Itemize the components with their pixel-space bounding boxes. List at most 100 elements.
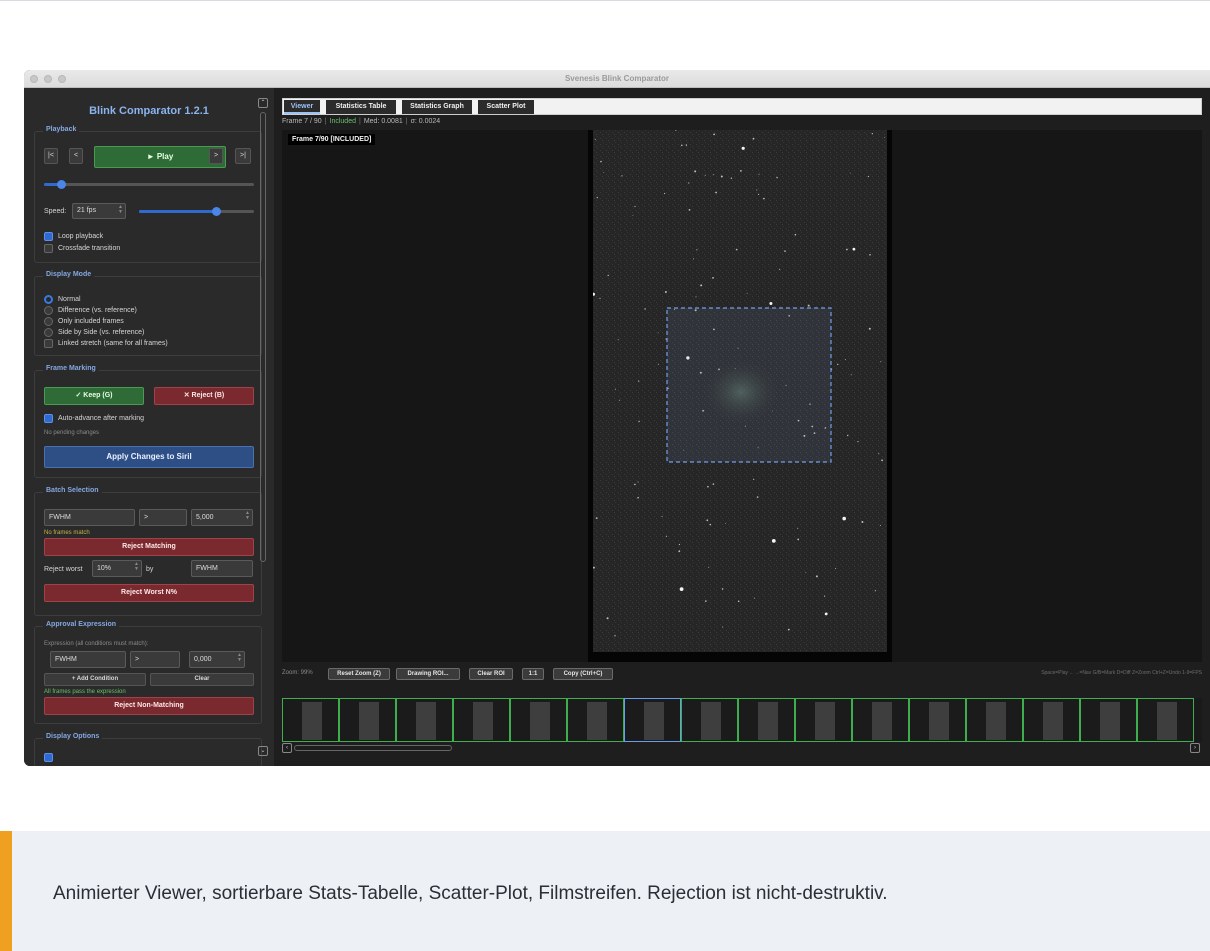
keep-button[interactable]: ✓ Keep (G) bbox=[44, 387, 144, 405]
star bbox=[797, 527, 799, 529]
scroll-up-icon[interactable]: ⌃ bbox=[258, 98, 268, 108]
worst-percent-spinbox[interactable]: 10% ▲ ▼ bbox=[92, 560, 142, 577]
spinner-arrows-icon[interactable]: ▲ ▼ bbox=[245, 511, 250, 521]
worst-metric-select[interactable]: FWHM bbox=[191, 560, 253, 577]
thumbnail-image bbox=[530, 702, 550, 740]
image-viewer[interactable]: Frame 7/90 [INCLUDED] bbox=[282, 130, 1202, 662]
drawing-roi-button[interactable]: Drawing ROI... bbox=[396, 668, 460, 680]
radio-only-included[interactable] bbox=[44, 317, 53, 326]
filmstrip[interactable] bbox=[282, 698, 1202, 742]
star bbox=[850, 374, 852, 376]
star bbox=[595, 517, 598, 519]
filmstrip-thumbnail[interactable] bbox=[567, 698, 624, 742]
crossfade-checkbox[interactable] bbox=[44, 244, 53, 253]
star bbox=[634, 483, 636, 486]
star bbox=[695, 296, 697, 298]
last-frame-button[interactable]: >| bbox=[235, 148, 251, 164]
star bbox=[688, 209, 691, 211]
spinner-arrows-icon[interactable]: ▲ ▼ bbox=[237, 653, 242, 663]
batch-value-spinbox[interactable]: 5,000 ▲ ▼ bbox=[191, 509, 253, 526]
scroll-left-icon[interactable]: ‹ bbox=[282, 743, 292, 753]
batch-value: 5,000 bbox=[196, 514, 214, 521]
filmstrip-thumbnail[interactable] bbox=[396, 698, 453, 742]
clear-conditions-button[interactable]: Clear bbox=[150, 673, 254, 686]
spinner-arrows-icon[interactable]: ▲ ▼ bbox=[118, 205, 123, 215]
reject-matching-button[interactable]: Reject Matching bbox=[44, 538, 254, 556]
astro-image[interactable] bbox=[593, 130, 887, 652]
image-frame bbox=[588, 130, 892, 662]
thumbnail-image bbox=[416, 702, 436, 740]
spinner-arrows-icon[interactable]: ▲ ▼ bbox=[134, 562, 139, 572]
star bbox=[644, 308, 646, 310]
reject-button[interactable]: ✕ Reject (B) bbox=[154, 387, 254, 405]
star bbox=[678, 550, 681, 553]
tab-statistics-graph[interactable]: Statistics Graph bbox=[402, 100, 472, 114]
reject-non-matching-button[interactable]: Reject Non-Matching bbox=[44, 697, 254, 715]
speed-slider[interactable] bbox=[139, 207, 254, 216]
filmstrip-thumbnail[interactable] bbox=[282, 698, 339, 742]
radio-normal[interactable] bbox=[44, 295, 53, 304]
expression-metric-select[interactable]: FWHM bbox=[50, 651, 126, 668]
filmstrip-thumbnail[interactable] bbox=[681, 698, 738, 742]
loop-playback-checkbox[interactable] bbox=[44, 232, 53, 241]
filmstrip-thumbnail[interactable] bbox=[795, 698, 852, 742]
star bbox=[880, 524, 881, 526]
copy-image-button[interactable]: Copy (Ctrl+C) bbox=[553, 668, 613, 680]
filmstrip-thumbnail[interactable] bbox=[852, 698, 909, 742]
filmstrip-thumbnail[interactable] bbox=[1080, 698, 1137, 742]
one-to-one-zoom-button[interactable]: 1:1 bbox=[522, 668, 544, 680]
radio-side-by-side[interactable] bbox=[44, 328, 53, 337]
sidebar-scrollbar[interactable]: ⌃ ⌄ bbox=[258, 98, 268, 766]
star bbox=[758, 173, 760, 175]
batch-operator-select[interactable]: > bbox=[139, 509, 187, 526]
filmstrip-thumbnail[interactable] bbox=[510, 698, 567, 742]
star bbox=[880, 361, 882, 363]
roi-rectangle[interactable] bbox=[666, 307, 832, 463]
thumbnail-image bbox=[1100, 702, 1120, 740]
filmstrip-thumbnail[interactable] bbox=[738, 698, 795, 742]
scroll-right-icon[interactable]: › bbox=[1190, 743, 1200, 753]
star bbox=[835, 568, 837, 569]
next-frame-button[interactable]: > bbox=[209, 148, 223, 164]
star bbox=[746, 293, 748, 295]
filmstrip-scroll-thumb[interactable] bbox=[294, 745, 452, 751]
filmstrip-thumbnail[interactable] bbox=[624, 698, 681, 742]
filmstrip-thumbnail[interactable] bbox=[909, 698, 966, 742]
tab-scatter-plot[interactable]: Scatter Plot bbox=[478, 100, 534, 114]
linked-stretch-checkbox[interactable] bbox=[44, 339, 53, 348]
frame-position-slider[interactable] bbox=[44, 180, 254, 189]
filmstrip-thumbnail[interactable] bbox=[966, 698, 1023, 742]
radio-difference[interactable] bbox=[44, 306, 53, 315]
filmstrip-thumbnail[interactable] bbox=[1023, 698, 1080, 742]
reject-worst-button[interactable]: Reject Worst N% bbox=[44, 584, 254, 602]
expression-operator-select[interactable]: > bbox=[130, 651, 180, 668]
first-frame-button[interactable]: |< bbox=[44, 148, 58, 164]
reset-zoom-button[interactable]: Reset Zoom (Z) bbox=[328, 668, 390, 680]
add-condition-button[interactable]: + Add Condition bbox=[44, 673, 146, 686]
tab-viewer[interactable]: Viewer bbox=[284, 100, 320, 114]
play-button[interactable]: ► Play bbox=[94, 146, 226, 168]
filmstrip-thumbnail[interactable] bbox=[339, 698, 396, 742]
auto-advance-checkbox[interactable] bbox=[44, 414, 53, 423]
scroll-down-icon[interactable]: ⌄ bbox=[258, 746, 268, 756]
star bbox=[693, 258, 695, 260]
filmstrip-scrollbar[interactable]: ‹ › bbox=[282, 742, 1202, 754]
display-option-checkbox[interactable] bbox=[44, 753, 53, 762]
batch-metric-select[interactable]: FWHM bbox=[44, 509, 135, 526]
apply-changes-button[interactable]: Apply Changes to Siril bbox=[44, 446, 254, 468]
speed-handle[interactable] bbox=[212, 207, 222, 216]
expression-value-spinbox[interactable]: 0,000 ▲ ▼ bbox=[189, 651, 245, 668]
tab-statistics-table[interactable]: Statistics Table bbox=[326, 100, 396, 114]
star bbox=[805, 572, 807, 573]
clear-roi-button[interactable]: Clear ROI bbox=[469, 668, 513, 680]
frame-position-handle[interactable] bbox=[56, 180, 66, 189]
app-title: Blink Comparator 1.2.1 bbox=[89, 105, 209, 117]
sidebar-scroll-thumb[interactable] bbox=[260, 112, 266, 562]
star bbox=[664, 192, 666, 195]
speed-spinbox[interactable]: 21 fps ▲ ▼ bbox=[72, 203, 126, 219]
option-difference: Difference (vs. reference) bbox=[58, 307, 137, 314]
filmstrip-thumbnail[interactable] bbox=[453, 698, 510, 742]
previous-frame-button[interactable]: < bbox=[69, 148, 83, 164]
star bbox=[868, 327, 871, 330]
filmstrip-thumbnail[interactable] bbox=[1137, 698, 1194, 742]
